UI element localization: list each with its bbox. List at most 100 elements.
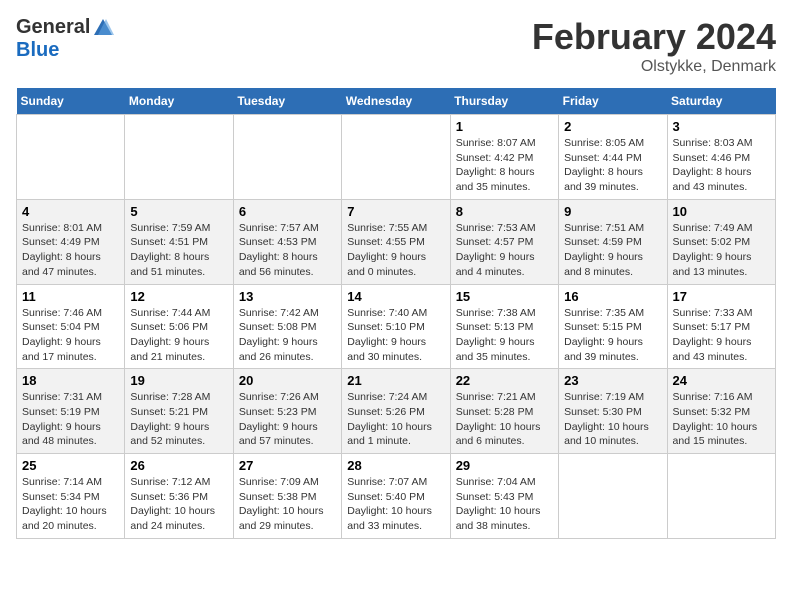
header: General Blue February 2024 Olstykke, Den… <box>16 16 776 76</box>
location-title: Olstykke, Denmark <box>532 58 776 76</box>
day-number: 21 <box>347 373 444 388</box>
weekday-header-cell: Thursday <box>450 88 558 115</box>
calendar-day-cell: 3 Sunrise: 8:03 AM Sunset: 4:46 PM Daylig… <box>667 115 775 200</box>
day-number: 20 <box>239 373 336 388</box>
weekday-header-cell: Wednesday <box>342 88 450 115</box>
day-info: Sunrise: 7:19 AM Sunset: 5:30 PM Dayligh… <box>564 390 661 449</box>
calendar-day-cell: 25 Sunrise: 7:14 AM Sunset: 5:34 PM Dayli… <box>17 454 125 539</box>
day-info: Sunrise: 7:40 AM Sunset: 5:10 PM Dayligh… <box>347 306 444 365</box>
day-info: Sunrise: 7:21 AM Sunset: 5:28 PM Dayligh… <box>456 390 553 449</box>
weekday-header-row: SundayMondayTuesdayWednesdayThursdayFrid… <box>17 88 776 115</box>
day-info: Sunrise: 7:55 AM Sunset: 4:55 PM Dayligh… <box>347 221 444 280</box>
day-info: Sunrise: 7:44 AM Sunset: 5:06 PM Dayligh… <box>130 306 227 365</box>
day-number: 13 <box>239 289 336 304</box>
day-info: Sunrise: 7:57 AM Sunset: 4:53 PM Dayligh… <box>239 221 336 280</box>
calendar-day-cell: 15 Sunrise: 7:38 AM Sunset: 5:13 PM Dayli… <box>450 284 558 369</box>
calendar-week-row: 18 Sunrise: 7:31 AM Sunset: 5:19 PM Dayli… <box>17 369 776 454</box>
day-number: 15 <box>456 289 553 304</box>
calendar-day-cell: 4 Sunrise: 8:01 AM Sunset: 4:49 PM Daylig… <box>17 199 125 284</box>
calendar-day-cell <box>667 454 775 539</box>
day-number: 14 <box>347 289 444 304</box>
day-number: 3 <box>673 119 770 134</box>
calendar-day-cell: 7 Sunrise: 7:55 AM Sunset: 4:55 PM Daylig… <box>342 199 450 284</box>
day-number: 17 <box>673 289 770 304</box>
day-info: Sunrise: 7:07 AM Sunset: 5:40 PM Dayligh… <box>347 475 444 534</box>
calendar-day-cell: 28 Sunrise: 7:07 AM Sunset: 5:40 PM Dayli… <box>342 454 450 539</box>
day-info: Sunrise: 7:35 AM Sunset: 5:15 PM Dayligh… <box>564 306 661 365</box>
day-info: Sunrise: 8:07 AM Sunset: 4:42 PM Dayligh… <box>456 136 553 195</box>
day-number: 22 <box>456 373 553 388</box>
calendar-day-cell: 17 Sunrise: 7:33 AM Sunset: 5:17 PM Dayli… <box>667 284 775 369</box>
calendar-day-cell: 24 Sunrise: 7:16 AM Sunset: 5:32 PM Dayli… <box>667 369 775 454</box>
day-number: 5 <box>130 204 227 219</box>
day-info: Sunrise: 7:09 AM Sunset: 5:38 PM Dayligh… <box>239 475 336 534</box>
day-number: 10 <box>673 204 770 219</box>
logo-icon <box>92 17 114 39</box>
weekday-header-cell: Saturday <box>667 88 775 115</box>
calendar-day-cell: 1 Sunrise: 8:07 AM Sunset: 4:42 PM Daylig… <box>450 115 558 200</box>
calendar-body: 1 Sunrise: 8:07 AM Sunset: 4:42 PM Daylig… <box>17 115 776 539</box>
calendar-day-cell <box>342 115 450 200</box>
day-number: 25 <box>22 458 119 473</box>
calendar-day-cell: 20Sunrise: 7:26 AM Sunset: 5:23 PM Dayli… <box>233 369 341 454</box>
day-info: Sunrise: 7:42 AM Sunset: 5:08 PM Dayligh… <box>239 306 336 365</box>
day-number: 26 <box>130 458 227 473</box>
day-number: 23 <box>564 373 661 388</box>
month-title: February 2024 <box>532 16 776 58</box>
day-info: Sunrise: 7:14 AM Sunset: 5:34 PM Dayligh… <box>22 475 119 534</box>
day-number: 12 <box>130 289 227 304</box>
day-info: Sunrise: 8:01 AM Sunset: 4:49 PM Dayligh… <box>22 221 119 280</box>
logo: General Blue <box>16 16 114 62</box>
calendar-day-cell: 16 Sunrise: 7:35 AM Sunset: 5:15 PM Dayli… <box>559 284 667 369</box>
logo-general-text: General <box>16 16 90 39</box>
calendar-day-cell: 23 Sunrise: 7:19 AM Sunset: 5:30 PM Dayli… <box>559 369 667 454</box>
calendar-table: SundayMondayTuesdayWednesdayThursdayFrid… <box>16 88 776 539</box>
calendar-day-cell <box>233 115 341 200</box>
weekday-header-cell: Monday <box>125 88 233 115</box>
day-info: Sunrise: 7:16 AM Sunset: 5:32 PM Dayligh… <box>673 390 770 449</box>
day-info: Sunrise: 7:59 AM Sunset: 4:51 PM Dayligh… <box>130 221 227 280</box>
calendar-day-cell: 5 Sunrise: 7:59 AM Sunset: 4:51 PM Daylig… <box>125 199 233 284</box>
day-number: 4 <box>22 204 119 219</box>
day-info: Sunrise: 7:46 AM Sunset: 5:04 PM Dayligh… <box>22 306 119 365</box>
day-info: Sunrise: 7:24 AM Sunset: 5:26 PM Dayligh… <box>347 390 444 449</box>
calendar-day-cell <box>559 454 667 539</box>
day-info: Sunrise: 7:12 AM Sunset: 5:36 PM Dayligh… <box>130 475 227 534</box>
day-info: Sunrise: 7:38 AM Sunset: 5:13 PM Dayligh… <box>456 306 553 365</box>
day-info: Sunrise: 7:53 AM Sunset: 4:57 PM Dayligh… <box>456 221 553 280</box>
day-number: 6 <box>239 204 336 219</box>
day-number: 24 <box>673 373 770 388</box>
day-number: 16 <box>564 289 661 304</box>
title-area: February 2024 Olstykke, Denmark <box>532 16 776 76</box>
day-info: Sunrise: 7:28 AM Sunset: 5:21 PM Dayligh… <box>130 390 227 449</box>
calendar-week-row: 25 Sunrise: 7:14 AM Sunset: 5:34 PM Dayli… <box>17 454 776 539</box>
calendar-week-row: 1 Sunrise: 8:07 AM Sunset: 4:42 PM Daylig… <box>17 115 776 200</box>
day-number: 27 <box>239 458 336 473</box>
day-info: Sunrise: 7:04 AM Sunset: 5:43 PM Dayligh… <box>456 475 553 534</box>
day-number: 2 <box>564 119 661 134</box>
calendar-day-cell <box>17 115 125 200</box>
calendar-day-cell: 2 Sunrise: 8:05 AM Sunset: 4:44 PM Daylig… <box>559 115 667 200</box>
day-number: 7 <box>347 204 444 219</box>
day-info: Sunrise: 7:49 AM Sunset: 5:02 PM Dayligh… <box>673 221 770 280</box>
day-number: 8 <box>456 204 553 219</box>
day-number: 18 <box>22 373 119 388</box>
day-info: Sunrise: 7:33 AM Sunset: 5:17 PM Dayligh… <box>673 306 770 365</box>
calendar-day-cell: 11 Sunrise: 7:46 AM Sunset: 5:04 PM Dayli… <box>17 284 125 369</box>
day-info: Sunrise: 8:05 AM Sunset: 4:44 PM Dayligh… <box>564 136 661 195</box>
calendar-day-cell: 26 Sunrise: 7:12 AM Sunset: 5:36 PM Dayli… <box>125 454 233 539</box>
day-number: 9 <box>564 204 661 219</box>
day-number: 1 <box>456 119 553 134</box>
calendar-day-cell: 22 Sunrise: 7:21 AM Sunset: 5:28 PM Dayli… <box>450 369 558 454</box>
day-info: Sunrise: 7:31 AM Sunset: 5:19 PM Dayligh… <box>22 390 119 449</box>
calendar-day-cell: 29 Sunrise: 7:04 AM Sunset: 5:43 PM Dayli… <box>450 454 558 539</box>
weekday-header-cell: Tuesday <box>233 88 341 115</box>
weekday-header-cell: Sunday <box>17 88 125 115</box>
day-info: Sunrise: 8:03 AM Sunset: 4:46 PM Dayligh… <box>673 136 770 195</box>
day-number: 29 <box>456 458 553 473</box>
calendar-day-cell: 13 Sunrise: 7:42 AM Sunset: 5:08 PM Dayli… <box>233 284 341 369</box>
calendar-day-cell: 14 Sunrise: 7:40 AM Sunset: 5:10 PM Dayli… <box>342 284 450 369</box>
day-number: 11 <box>22 289 119 304</box>
day-number: 28 <box>347 458 444 473</box>
calendar-day-cell: 9Sunrise: 7:51 AM Sunset: 4:59 PM Daylig… <box>559 199 667 284</box>
